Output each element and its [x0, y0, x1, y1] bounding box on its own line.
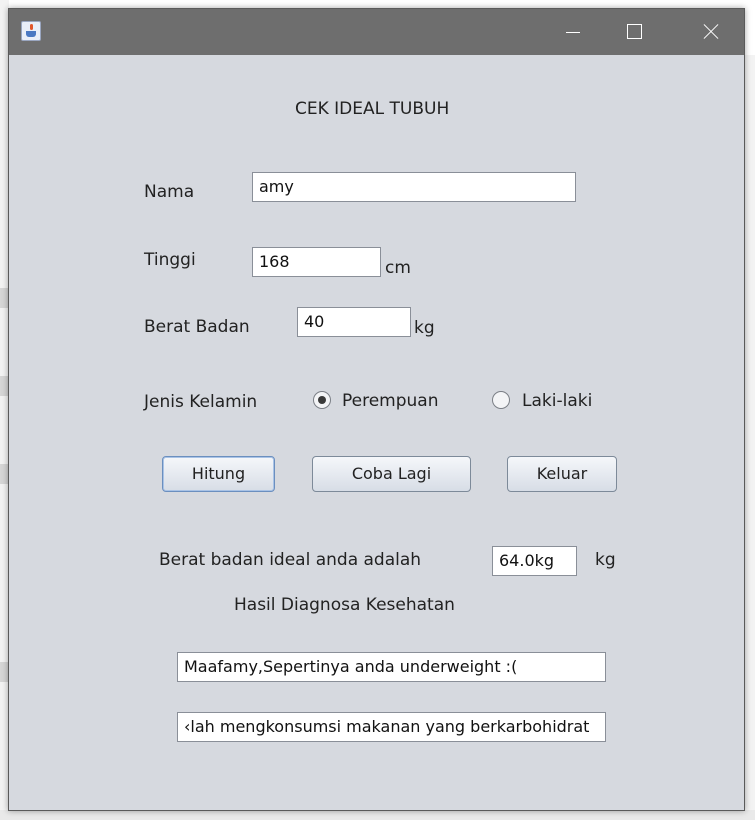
maximize-button[interactable] — [611, 9, 657, 55]
form-panel: CEK IDEAL TUBUH Nama amy Tinggi 168 cm B… — [9, 55, 744, 810]
hitung-button[interactable]: Hitung — [162, 456, 275, 492]
radio-laki-laki[interactable] — [492, 391, 510, 409]
background-app-strip-right — [745, 55, 755, 820]
coba-lagi-button[interactable]: Coba Lagi — [312, 456, 471, 492]
radio-perempuan[interactable] — [313, 391, 331, 409]
gender-label: Jenis Kelamin — [144, 392, 258, 412]
background-app-strip-bottom — [0, 810, 755, 820]
keluar-button[interactable]: Keluar — [507, 456, 617, 492]
tinggi-input[interactable]: 168 — [252, 247, 381, 277]
tinggi-unit: cm — [385, 258, 411, 278]
radio-perempuan-label[interactable]: Perempuan — [342, 391, 439, 411]
maximize-icon — [627, 24, 642, 39]
result-label: Berat badan ideal anda adalah — [159, 550, 422, 570]
app-window: CEK IDEAL TUBUH Nama amy Tinggi 168 cm B… — [8, 8, 745, 811]
nama-input[interactable]: amy — [252, 172, 576, 202]
result-unit: kg — [595, 550, 616, 570]
berat-input[interactable]: 40 — [297, 307, 411, 337]
diagnosis-heading: Hasil Diagnosa Kesehatan — [234, 595, 455, 615]
radio-laki-laki-label[interactable]: Laki-laki — [522, 391, 592, 411]
nama-label: Nama — [144, 182, 195, 202]
minimize-button[interactable] — [549, 9, 595, 55]
diagnosis-line1-field[interactable]: Maafamy,Sepertinya anda underweight :( — [177, 652, 606, 682]
tinggi-label: Tinggi — [144, 250, 196, 270]
result-value-field[interactable]: 64.0kg — [492, 546, 577, 576]
page-title: CEK IDEAL TUBUH — [295, 99, 450, 119]
diagnosis-line2-field[interactable]: ‹lah mengkonsumsi makanan yang berkarboh… — [177, 712, 606, 742]
berat-label: Berat Badan — [144, 317, 250, 337]
minimize-icon — [566, 32, 580, 33]
title-bar[interactable] — [9, 9, 744, 55]
radio-selected-dot — [318, 396, 326, 404]
berat-unit: kg — [414, 318, 435, 338]
java-cup-icon[interactable] — [21, 21, 41, 41]
close-button[interactable] — [687, 9, 733, 55]
